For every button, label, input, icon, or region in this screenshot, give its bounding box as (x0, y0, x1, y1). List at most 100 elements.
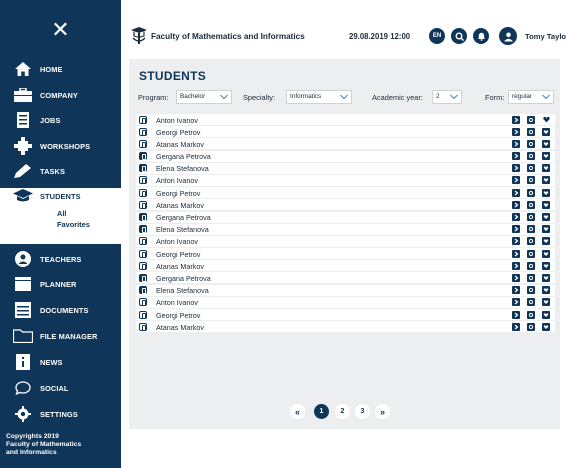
heart-outline-icon[interactable] (542, 188, 550, 197)
program-select[interactable]: Bachelor (176, 90, 232, 104)
heart-outline-icon[interactable] (542, 225, 550, 234)
heart-outline-icon[interactable] (542, 139, 550, 148)
open-profile-icon[interactable] (512, 298, 520, 307)
table-row[interactable]: Elena Stefanova (136, 162, 555, 174)
settings-icon[interactable] (527, 249, 535, 258)
heart-outline-icon[interactable] (542, 176, 550, 185)
table-row[interactable]: Georgi Petrov (136, 187, 555, 199)
settings-icon[interactable] (527, 298, 535, 307)
table-row[interactable]: Anton Ivanov (136, 296, 555, 308)
table-row[interactable]: Gergana Petrova (136, 272, 555, 284)
sidebar-item-workshops[interactable]: WORKSHOPS (0, 133, 121, 159)
heart-outline-icon[interactable] (542, 152, 550, 161)
heart-outline-icon[interactable] (542, 286, 550, 295)
table-row[interactable]: Gergana Petrova (136, 211, 555, 223)
table-row[interactable]: Anton Ivanov (136, 114, 555, 125)
settings-icon[interactable] (527, 152, 535, 161)
open-profile-icon[interactable] (512, 164, 520, 173)
open-profile-icon[interactable] (512, 127, 520, 136)
open-profile-icon[interactable] (512, 188, 520, 197)
form-select[interactable]: regular (508, 90, 554, 104)
student-name[interactable]: Georgi Petrov (156, 311, 200, 320)
student-name[interactable]: Anton Ivanov (156, 116, 198, 125)
sidebar-item-social[interactable]: SOCIAL (0, 375, 121, 401)
table-row[interactable]: Anton Ivanov (136, 174, 555, 186)
heart-outline-icon[interactable] (542, 200, 550, 209)
student-name[interactable]: Gergana Petrova (156, 152, 211, 161)
open-profile-icon[interactable] (512, 261, 520, 270)
table-row[interactable]: Atanas Markov (136, 138, 555, 150)
student-name[interactable]: Gergana Petrova (156, 213, 211, 222)
table-row[interactable]: Atanas Markov (136, 260, 555, 272)
settings-icon[interactable] (527, 286, 535, 295)
open-profile-icon[interactable] (512, 273, 520, 282)
table-row[interactable]: Georgi Petrov (136, 309, 555, 320)
settings-icon[interactable] (527, 310, 535, 319)
settings-icon[interactable] (527, 237, 535, 246)
student-name[interactable]: Elena Stefanova (156, 225, 209, 234)
open-profile-icon[interactable] (512, 249, 520, 258)
bell-icon[interactable] (473, 28, 489, 44)
avatar[interactable] (499, 27, 517, 45)
settings-icon[interactable] (527, 139, 535, 148)
open-profile-icon[interactable] (512, 176, 520, 185)
heart-outline-icon[interactable] (542, 164, 550, 173)
table-row[interactable]: Anton Ivanov (136, 235, 555, 247)
sidebar-subitem-all[interactable]: All (0, 209, 121, 218)
heart-icon[interactable] (542, 116, 550, 124)
student-name[interactable]: Anton Ivanov (156, 298, 198, 307)
heart-outline-icon[interactable] (542, 213, 550, 221)
student-name[interactable]: Georgi Petrov (156, 128, 200, 137)
student-name[interactable]: Elena Stefanova (156, 286, 209, 295)
settings-icon[interactable] (527, 273, 535, 282)
heart-outline-icon[interactable] (542, 273, 550, 282)
sidebar-item-jobs[interactable]: JOBS (0, 107, 121, 133)
pagination-page[interactable]: 1 (314, 404, 329, 419)
table-row[interactable]: Atanas Markov (136, 321, 555, 333)
heart-outline-icon[interactable] (542, 249, 550, 258)
settings-icon[interactable] (527, 200, 535, 209)
sidebar-item-company[interactable]: COMPANY (0, 82, 121, 108)
student-name[interactable]: Elena Stefanova (156, 164, 209, 173)
settings-icon[interactable] (527, 164, 535, 173)
student-name[interactable]: Atanas Markov (156, 262, 204, 271)
table-row[interactable]: Atanas Markov (136, 199, 555, 211)
heart-outline-icon[interactable] (542, 127, 550, 136)
open-profile-icon[interactable] (512, 310, 520, 319)
student-name[interactable]: Georgi Petrov (156, 250, 200, 259)
open-profile-icon[interactable] (512, 200, 520, 209)
pagination-page[interactable]: 3 (355, 404, 370, 419)
search-icon[interactable] (451, 28, 467, 44)
open-profile-icon[interactable] (512, 139, 520, 148)
specialty-select[interactable]: Informatics (286, 90, 352, 104)
settings-icon[interactable] (527, 213, 535, 221)
student-name[interactable]: Gergana Petrova (156, 274, 211, 283)
sidebar-item-file-manager[interactable]: FILE MANAGER (0, 323, 121, 349)
sidebar-item-tasks[interactable]: TASKS (0, 158, 121, 184)
heart-outline-icon[interactable] (542, 298, 550, 307)
table-row[interactable]: Georgi Petrov (136, 126, 555, 138)
heart-outline-icon[interactable] (542, 310, 550, 319)
pagination-page[interactable]: 2 (335, 404, 350, 419)
pagination-prev-button[interactable]: « (290, 404, 305, 419)
open-profile-icon[interactable] (512, 152, 520, 161)
student-name[interactable]: Anton Ivanov (156, 237, 198, 246)
settings-icon[interactable] (527, 225, 535, 234)
user-name[interactable]: Tomy Taylor (525, 32, 566, 41)
open-profile-icon[interactable] (512, 225, 520, 234)
open-profile-icon[interactable] (512, 213, 520, 221)
heart-outline-icon[interactable] (542, 322, 550, 331)
heart-outline-icon[interactable] (542, 261, 550, 270)
student-name[interactable]: Atanas Markov (156, 201, 204, 210)
sidebar-item-planner[interactable]: PLANNER (0, 271, 121, 297)
sidebar-item-teachers[interactable]: TEACHERS (0, 246, 121, 272)
student-name[interactable]: Atanas Markov (156, 140, 204, 149)
table-row[interactable]: Gergana Petrova (136, 150, 555, 162)
settings-icon[interactable] (527, 261, 535, 270)
settings-icon[interactable] (527, 127, 535, 136)
table-row[interactable]: Georgi Petrov (136, 248, 555, 260)
heart-outline-icon[interactable] (542, 237, 550, 246)
language-button[interactable]: EN (429, 28, 445, 44)
settings-icon[interactable] (527, 176, 535, 185)
settings-icon[interactable] (527, 322, 535, 331)
